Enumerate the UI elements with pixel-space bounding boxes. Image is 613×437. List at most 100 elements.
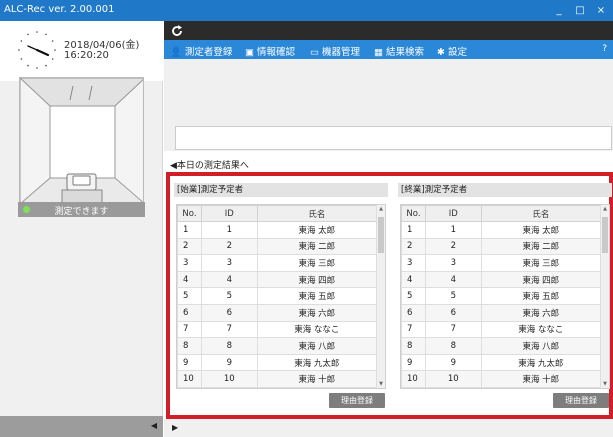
vertical-scrollbar[interactable]: ▲ ▼ [376, 205, 385, 388]
table-row[interactable]: 4 4 東海 四郎 [401, 270, 602, 289]
cell-no: 6 [401, 303, 426, 322]
cell-name: 東海 四郎 [256, 270, 378, 289]
cell-no: 10 [401, 370, 426, 388]
scroll-down-icon[interactable]: ▼ [377, 381, 385, 387]
cell-name: 東海 二郎 [256, 237, 378, 256]
table-row[interactable]: 4 4 東海 四郎 [177, 270, 378, 289]
expand-right-icon[interactable]: ▶ [172, 423, 178, 432]
cell-name: 東海 八郎 [256, 337, 378, 355]
cell-id: 5 [424, 287, 482, 305]
cell-no: 6 [177, 303, 202, 322]
menu-device-management[interactable]: ▭ 機器管理 [310, 44, 360, 58]
table-row[interactable]: 9 9 東海 九太郎 [177, 353, 378, 372]
menu-settings[interactable]: ✱ 設定 [437, 44, 467, 58]
menu-result-search[interactable]: ▦ 結果検索 [374, 44, 424, 58]
cell-no: 9 [401, 353, 426, 372]
cell-no: 7 [401, 320, 426, 339]
cell-id: 10 [200, 370, 258, 388]
menu-label: 情報確認 [256, 47, 295, 58]
cell-id: 10 [424, 370, 482, 388]
cell-no: 2 [401, 237, 426, 256]
cell-id: 9 [424, 353, 482, 372]
cell-name: 東海 十郎 [256, 370, 378, 388]
start-shift-grid[interactable]: No. ID 氏名 1 1 東海 太郎 2 2 東海 二郎 3 3 東海 三郎 4 4 東海 四… [176, 204, 386, 389]
menu-register-person[interactable]: 👤 測定者登録 [170, 44, 232, 58]
menu-label: 測定者登録 [184, 47, 233, 58]
cell-no: 1 [177, 221, 202, 239]
cell-no: 4 [177, 270, 202, 289]
collapse-left-icon[interactable]: ◀ [151, 421, 157, 430]
table-row[interactable]: 6 6 東海 六郎 [401, 303, 602, 322]
table-row[interactable]: 7 7 東海 ななこ [401, 320, 602, 339]
cell-name: 東海 太郎 [480, 221, 602, 239]
cell-name: 東海 四郎 [480, 270, 602, 289]
cell-id: 4 [200, 270, 258, 289]
table-row[interactable]: 8 8 東海 八郎 [177, 337, 378, 355]
table-row[interactable]: 5 5 東海 五郎 [401, 287, 602, 305]
cell-id: 9 [200, 353, 258, 372]
start-shift-panel: [始業]測定予定者 No. ID 氏名 1 1 東海 太郎 2 2 東海 二郎 3 3 東海… [174, 180, 388, 411]
column-header[interactable]: ID [200, 205, 258, 222]
table-row[interactable]: 3 3 東海 三郎 [177, 254, 378, 272]
cell-no: 10 [177, 370, 202, 388]
minimize-button[interactable]: _ [550, 3, 568, 18]
maximize-button[interactable]: □ [571, 3, 589, 18]
scroll-down-icon[interactable]: ▼ [601, 381, 609, 387]
menu-info-check[interactable]: ▣ 情報確認 [245, 44, 295, 58]
cell-no: 8 [401, 337, 426, 355]
message-area [164, 59, 613, 151]
menu-bar: 👤 測定者登録 ▣ 情報確認 ▭ 機器管理 ▦ 結果検索 ✱ 設定 ? [164, 40, 613, 59]
cell-name: 東海 八郎 [480, 337, 602, 355]
end-shift-grid[interactable]: No. ID 氏名 1 1 東海 太郎 2 2 東海 二郎 3 3 東海 三郎 4 4 東海 四… [400, 204, 610, 389]
cell-name: 東海 ななこ [256, 320, 378, 339]
scroll-up-icon[interactable]: ▲ [377, 206, 385, 212]
cell-id: 6 [200, 303, 258, 322]
reason-register-button[interactable]: 理由登録 [553, 393, 609, 408]
table-row[interactable]: 10 10 東海 十郎 [401, 370, 602, 388]
cell-id: 7 [200, 320, 258, 339]
data-table: No. ID 氏名 1 1 東海 太郎 2 2 東海 二郎 3 3 東海 三郎 4 4 東海 四… [177, 205, 378, 388]
today-results-link[interactable]: ◀本日の測定結果へ [170, 158, 249, 171]
cell-no: 8 [177, 337, 202, 355]
calendar-icon: ▦ [374, 47, 383, 58]
left-panel: 2018/04/06(金) 16:20:20 測定できます ◀ [0, 21, 163, 437]
column-header[interactable]: No. [401, 205, 426, 222]
table-row[interactable]: 1 1 東海 太郎 [401, 221, 602, 239]
panel-title: [始業]測定予定者 [174, 183, 388, 197]
table-row[interactable]: 2 2 東海 二郎 [177, 237, 378, 256]
table-row[interactable]: 2 2 東海 二郎 [401, 237, 602, 256]
table-row[interactable]: 7 7 東海 ななこ [177, 320, 378, 339]
column-header[interactable]: 氏名 [480, 205, 602, 222]
table-row[interactable]: 8 8 東海 八郎 [401, 337, 602, 355]
scroll-up-icon[interactable]: ▲ [601, 206, 609, 212]
column-header[interactable]: 氏名 [256, 205, 378, 222]
app-title: ALC-Rec ver. 2.00.001 [4, 4, 115, 15]
cell-id: 3 [424, 254, 482, 272]
scroll-thumb[interactable] [378, 217, 384, 253]
scroll-thumb[interactable] [602, 217, 608, 253]
table-row[interactable]: 5 5 東海 五郎 [177, 287, 378, 305]
cell-no: 3 [401, 254, 426, 272]
column-header[interactable]: No. [177, 205, 202, 222]
column-header[interactable]: ID [424, 205, 482, 222]
data-table: No. ID 氏名 1 1 東海 太郎 2 2 東海 二郎 3 3 東海 三郎 4 4 東海 四… [401, 205, 602, 388]
table-row[interactable]: 10 10 東海 十郎 [177, 370, 378, 388]
refresh-icon[interactable] [170, 24, 184, 38]
cell-id: 8 [200, 337, 258, 355]
table-row[interactable]: 3 3 東海 三郎 [401, 254, 602, 272]
cell-id: 2 [424, 237, 482, 256]
end-shift-panel: [終業]測定予定者 No. ID 氏名 1 1 東海 太郎 2 2 東海 二郎 3 3 東海… [398, 180, 612, 411]
table-row[interactable]: 9 9 東海 九太郎 [401, 353, 602, 372]
cell-name: 東海 五郎 [480, 287, 602, 305]
cell-no: 7 [177, 320, 202, 339]
reason-register-button[interactable]: 理由登録 [329, 393, 385, 408]
table-row[interactable]: 6 6 東海 六郎 [177, 303, 378, 322]
table-row[interactable]: 1 1 東海 太郎 [177, 221, 378, 239]
help-icon[interactable]: ? [602, 44, 607, 54]
top-toolbar [164, 21, 613, 40]
vertical-scrollbar[interactable]: ▲ ▼ [600, 205, 609, 388]
cell-id: 4 [424, 270, 482, 289]
camera-preview [19, 77, 144, 203]
cell-name: 東海 太郎 [256, 221, 378, 239]
close-button[interactable]: × [592, 3, 610, 18]
